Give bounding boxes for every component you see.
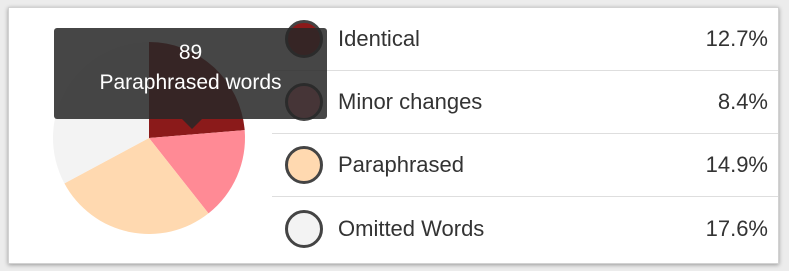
legend-item-omitted-words[interactable]: Omitted Words 17.6% — [272, 197, 778, 260]
legend-item-paraphrased[interactable]: Paraphrased 14.9% — [272, 134, 778, 197]
legend-label: Paraphrased — [338, 152, 464, 177]
legend-list: Identical 12.7% Minor changes 8.4% Parap… — [272, 8, 778, 260]
legend-percent: 8.4% — [717, 89, 768, 114]
legend-percent: 12.7% — [705, 26, 768, 51]
tooltip-value: 89 — [178, 41, 203, 64]
pie-tooltip: 89 Paraphrased words — [54, 28, 327, 129]
comparison-summary-card: Identical 12.7% Minor changes 8.4% Parap… — [8, 7, 779, 264]
legend-item-minor-changes[interactable]: Minor changes 8.4% — [272, 71, 778, 134]
legend-percent: 14.9% — [705, 152, 768, 177]
omitted-words-swatch-icon — [285, 209, 323, 248]
legend-percent: 17.6% — [705, 215, 768, 241]
legend-label: Omitted Words — [338, 215, 485, 241]
paraphrased-swatch-icon — [285, 146, 323, 184]
legend-label: Minor changes — [338, 89, 483, 114]
tooltip-arrow — [182, 119, 202, 129]
tooltip-label: Paraphrased words — [99, 71, 282, 94]
legend-item-identical[interactable]: Identical 12.7% — [272, 8, 778, 71]
legend-label: Identical — [338, 26, 420, 51]
